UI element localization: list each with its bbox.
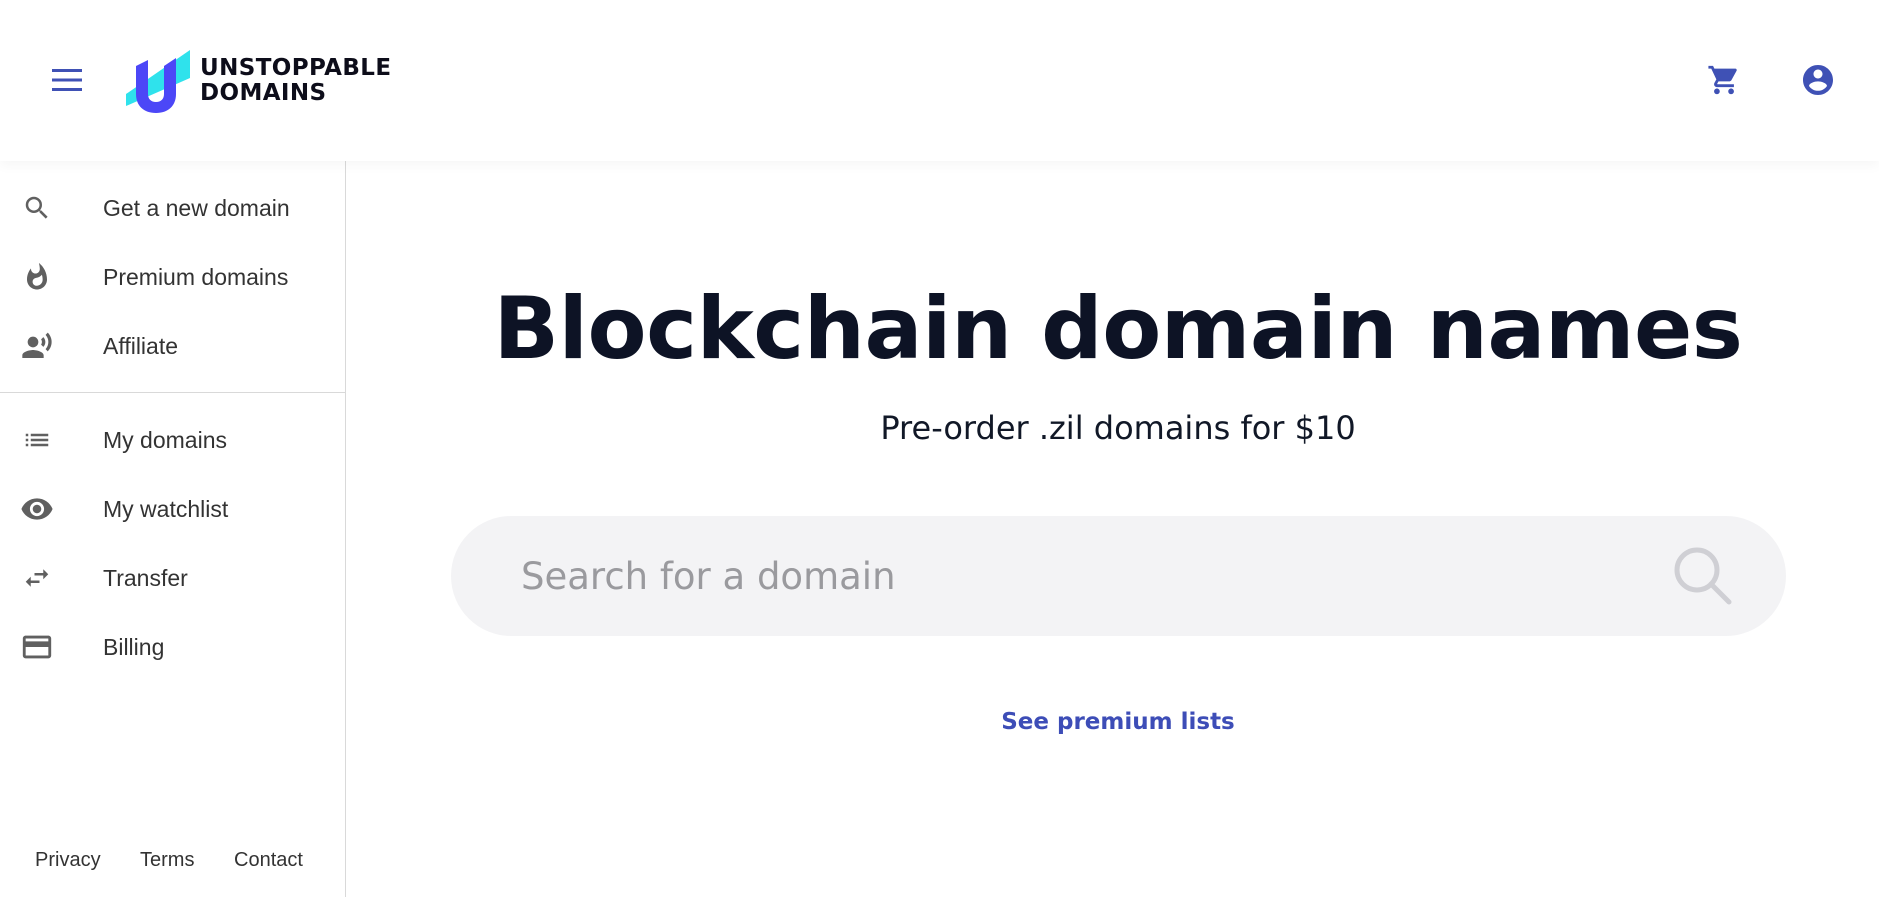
shopping-cart-icon [1708, 65, 1737, 95]
brand-wordmark: UNSTOPPABLE DOMAINS [200, 56, 391, 106]
page-subtitle: Pre-order .zil domains for $10 [880, 409, 1356, 447]
sidebar-item-get-new-domain[interactable]: Get a new domain [0, 176, 345, 240]
sidebar-item-affiliate[interactable]: Affiliate [0, 314, 345, 378]
sidebar-footer: Privacy Terms Contact [0, 849, 345, 879]
record-voice-icon [19, 328, 55, 364]
eye-icon [19, 491, 55, 527]
list-icon [19, 422, 55, 458]
sidebar-item-label: Billing [103, 633, 165, 660]
search-icon [1674, 547, 1732, 605]
sidebar-item-premium-domains[interactable]: Premium domains [0, 245, 345, 309]
domain-search-bar[interactable] [451, 516, 1786, 636]
sidebar-item-label: Premium domains [103, 263, 289, 290]
sidebar-item-label: Affiliate [103, 332, 179, 359]
sidebar-divider [0, 392, 345, 393]
sidebar-item-label: Get a new domain [103, 194, 290, 221]
search-input[interactable] [521, 516, 1661, 636]
menu-button[interactable] [48, 64, 86, 96]
sidebar-item-label: Transfer [103, 564, 188, 591]
premium-link-label[interactable]: See premium lists [1001, 709, 1235, 735]
brand-logo[interactable]: UNSTOPPABLE DOMAINS [122, 48, 402, 114]
swap-arrows-icon [19, 560, 55, 596]
menu-icon [52, 69, 82, 91]
account-circle-icon [1803, 65, 1833, 95]
terms-link[interactable]: Terms [140, 849, 194, 872]
contact-link[interactable]: Contact [234, 849, 303, 872]
top-app-bar: UNSTOPPABLE DOMAINS [0, 0, 1879, 161]
search-submit-button[interactable] [1671, 544, 1735, 608]
sidebar-item-label: My watchlist [103, 495, 229, 522]
sidebar-item-transfer[interactable]: Transfer [0, 546, 345, 610]
cart-button[interactable] [1704, 60, 1744, 100]
account-button[interactable] [1798, 60, 1838, 100]
privacy-link[interactable]: Privacy [35, 849, 101, 872]
flame-icon [19, 259, 55, 295]
sidebar-item-billing[interactable]: Billing [0, 615, 345, 679]
main-content: Blockchain domain names Pre-order .zil d… [347, 161, 1879, 897]
brand-line-1: UNSTOPPABLE [200, 55, 392, 81]
see-premium-lists-link[interactable]: See premium lists [347, 709, 1879, 735]
sidebar: Get a new domain Premium domains Affilia… [0, 161, 346, 897]
sidebar-item-my-watchlist[interactable]: My watchlist [0, 477, 345, 541]
credit-card-icon [19, 629, 55, 665]
brand-line-2: DOMAINS [200, 80, 327, 106]
search-icon [19, 190, 55, 226]
sidebar-item-label: My domains [103, 426, 227, 453]
page-title: Blockchain domain names [493, 279, 1743, 379]
unstoppable-logo-icon [126, 50, 190, 113]
sidebar-item-my-domains[interactable]: My domains [0, 408, 345, 472]
